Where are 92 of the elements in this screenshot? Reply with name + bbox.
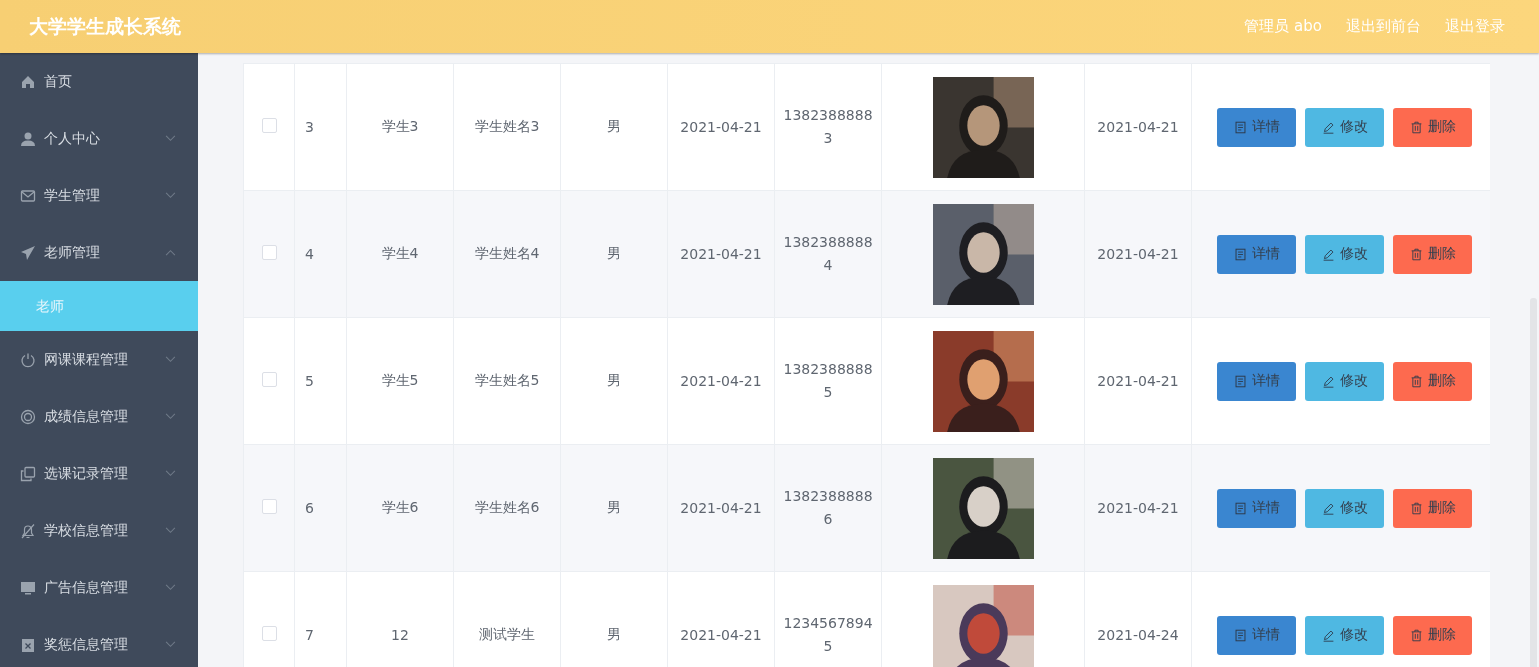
pencil-icon: [1321, 120, 1335, 134]
pencil-icon: [1321, 628, 1335, 642]
sidebar-item[interactable]: 个人中心: [0, 110, 198, 167]
detail-button[interactable]: 详情: [1217, 615, 1296, 655]
sidebar-item[interactable]: 学生管理: [0, 167, 198, 224]
table-cell-text: 13823888884: [783, 233, 873, 275]
pencil-icon: [1321, 374, 1335, 388]
paper-plane-icon: [20, 244, 36, 261]
table-cell: 2021-04-21: [680, 627, 762, 643]
delete-button[interactable]: 删除: [1393, 107, 1472, 147]
table-cell: 学生6: [381, 499, 419, 515]
table-cell: 7: [305, 627, 314, 643]
table-cell: 男: [607, 626, 621, 642]
table-cell: 2021-04-24: [1097, 627, 1179, 643]
table-cell: 2021-04-21: [1097, 246, 1179, 262]
table-cell: 2021-04-21: [1097, 373, 1179, 389]
power-icon: [20, 351, 36, 368]
document-icon: [1233, 247, 1247, 261]
row-checkbox[interactable]: [261, 626, 277, 641]
sidebar-item[interactable]: 老师管理: [0, 224, 198, 281]
table-cell-text: 13823888886: [783, 487, 873, 529]
home-icon: [20, 73, 36, 90]
table-cell: 学生姓名6: [474, 499, 540, 515]
trash-icon: [1409, 247, 1423, 261]
table-cell-text: 12345678945: [783, 614, 873, 656]
table-cell: 2021-04-21: [1097, 119, 1179, 135]
sidebar-item[interactable]: 首页: [0, 53, 198, 110]
pencil-icon: [1321, 501, 1335, 515]
user-icon: [20, 130, 36, 147]
pencil-icon: [1321, 247, 1335, 261]
document-icon: [1233, 501, 1247, 515]
table-cell: 男: [607, 118, 621, 134]
table-cell: 2021-04-21: [680, 119, 762, 135]
table-cell: 2021-04-21: [1097, 500, 1179, 516]
edit-button[interactable]: 修改: [1305, 361, 1384, 401]
table-cell: 2021-04-21: [680, 373, 762, 389]
delete-button[interactable]: 删除: [1393, 615, 1472, 655]
bell-off-icon: [20, 522, 36, 539]
detail-button[interactable]: 详情: [1217, 107, 1296, 147]
detail-button[interactable]: 详情: [1217, 488, 1296, 528]
row-checkbox[interactable]: [261, 499, 277, 514]
table-cell: 学生姓名5: [474, 372, 540, 388]
mail-icon: [20, 187, 36, 204]
edit-button[interactable]: 修改: [1305, 488, 1384, 528]
table-cell: 男: [607, 245, 621, 261]
table-cell: 6: [305, 500, 314, 516]
table-cell: 男: [607, 499, 621, 515]
delete-button[interactable]: 删除: [1393, 234, 1472, 274]
row-checkbox[interactable]: [261, 372, 277, 387]
table-cell: 学生姓名4: [474, 245, 540, 261]
table-cell: 测试学生: [479, 626, 535, 642]
edit-button[interactable]: 修改: [1305, 107, 1384, 147]
sidebar-item[interactable]: 广告信息管理: [0, 559, 198, 616]
trash-icon: [1409, 501, 1423, 515]
detail-button[interactable]: 详情: [1217, 361, 1296, 401]
table-cell: 4: [305, 246, 314, 262]
row-checkbox[interactable]: [261, 118, 277, 133]
table-cell: 5: [305, 373, 314, 389]
table-cell: 学生姓名3: [474, 118, 540, 134]
trash-icon: [1409, 374, 1423, 388]
table-cell: 学生4: [381, 245, 419, 261]
copy-icon: [20, 465, 36, 482]
row-checkbox[interactable]: [261, 245, 277, 260]
edit-button[interactable]: 修改: [1305, 615, 1384, 655]
table-cell: 2021-04-21: [680, 246, 762, 262]
monitor-icon: [20, 579, 36, 596]
delete-button[interactable]: 删除: [1393, 361, 1472, 401]
sidebar-item[interactable]: 成绩信息管理: [0, 388, 198, 445]
sidebar-item[interactable]: 奖惩信息管理: [0, 616, 198, 667]
user-name: 管理员 abo: [1244, 17, 1322, 36]
table-cell: 学生3: [381, 118, 419, 134]
table-cell: 2021-04-21: [680, 500, 762, 516]
sidebar-item[interactable]: 网课课程管理: [0, 331, 198, 388]
document-icon: [1233, 628, 1247, 642]
trash-icon: [1409, 628, 1423, 642]
trash-icon: [1409, 120, 1423, 134]
table-cell: 男: [607, 372, 621, 388]
table-cell: 3: [305, 119, 314, 135]
delete-button[interactable]: 删除: [1393, 488, 1472, 528]
sidebar-item[interactable]: 学校信息管理: [0, 502, 198, 559]
detail-button[interactable]: 详情: [1217, 234, 1296, 274]
document-icon: [1233, 120, 1247, 134]
ring-icon: [20, 408, 36, 425]
table-cell-text: 13823888885: [783, 360, 873, 402]
edit-button[interactable]: 修改: [1305, 234, 1384, 274]
table-cell: 12: [391, 627, 409, 643]
sidebar-item[interactable]: 选课记录管理: [0, 445, 198, 502]
document-icon: [1233, 374, 1247, 388]
clipboard-icon: [20, 636, 36, 653]
app-title: 大学学生成长系统: [29, 13, 181, 39]
table-cell: 学生5: [381, 372, 419, 388]
table-cell-text: 13823888883: [783, 106, 873, 148]
